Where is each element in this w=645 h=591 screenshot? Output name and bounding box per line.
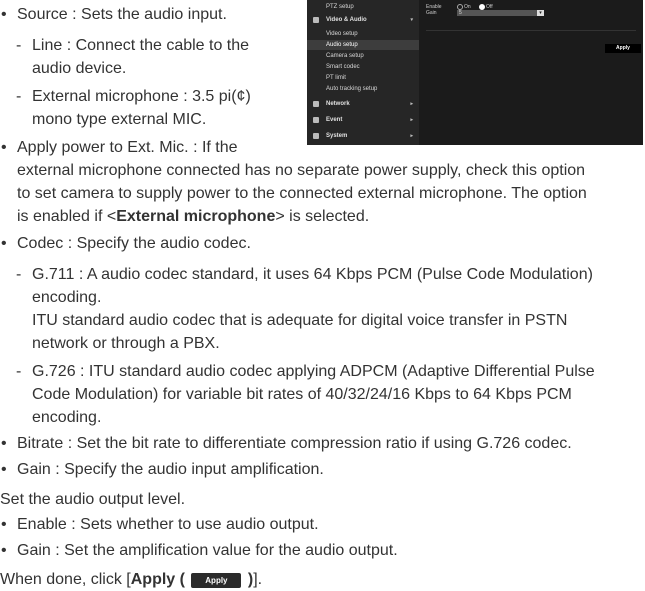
event-icon	[313, 117, 319, 123]
system-gear-icon	[313, 133, 319, 139]
gain-label: Gain	[426, 10, 437, 16]
gain-select[interactable]: 5	[457, 10, 537, 16]
inline-apply-button: Apply	[191, 573, 242, 588]
sidebar-section-system[interactable]: System ▸	[307, 131, 419, 141]
apply-button[interactable]: Apply	[605, 44, 641, 53]
apply-power-line-4: is enabled if <External microphone> is s…	[17, 208, 370, 225]
when-done-text: When done, click [Apply ( Apply )].	[0, 571, 263, 588]
sidebar-item-auto-tracking[interactable]: Auto tracking setup	[307, 84, 419, 94]
audio-settings-panel: Enable On Off Gain 5 ▾ Apply	[419, 0, 643, 145]
sidebar-item-smart-codec[interactable]: Smart codec	[307, 62, 419, 72]
network-icon	[313, 101, 319, 107]
audio-setup-screenshot: PTZ setup Video & Audio ▾ Video setup Au…	[307, 0, 643, 145]
gain-dropdown-arrow-icon[interactable]: ▾	[537, 10, 544, 16]
sidebar-item-pt-limit[interactable]: PT limit	[307, 73, 419, 83]
divider	[426, 30, 636, 31]
chevron-right-icon: ▸	[410, 133, 413, 139]
video-audio-icon	[313, 17, 319, 23]
sidebar-item-ptz-setup[interactable]: PTZ setup	[307, 2, 419, 12]
sidebar-item-camera-setup[interactable]: Camera setup	[307, 51, 419, 61]
settings-sidebar: PTZ setup Video & Audio ▾ Video setup Au…	[307, 0, 419, 145]
sidebar-item-audio-setup[interactable]: Audio setup	[307, 40, 419, 50]
chevron-down-icon: ▾	[410, 17, 413, 23]
output-level-text: Set the audio output level.	[0, 491, 186, 508]
sidebar-section-network[interactable]: Network ▸	[307, 99, 419, 109]
chevron-right-icon: ▸	[410, 117, 413, 123]
sidebar-section-video-audio[interactable]: Video & Audio ▾	[307, 15, 419, 25]
sidebar-section-event[interactable]: Event ▸	[307, 115, 419, 125]
sidebar-item-video-setup[interactable]: Video setup	[307, 29, 419, 39]
chevron-right-icon: ▸	[410, 101, 413, 107]
